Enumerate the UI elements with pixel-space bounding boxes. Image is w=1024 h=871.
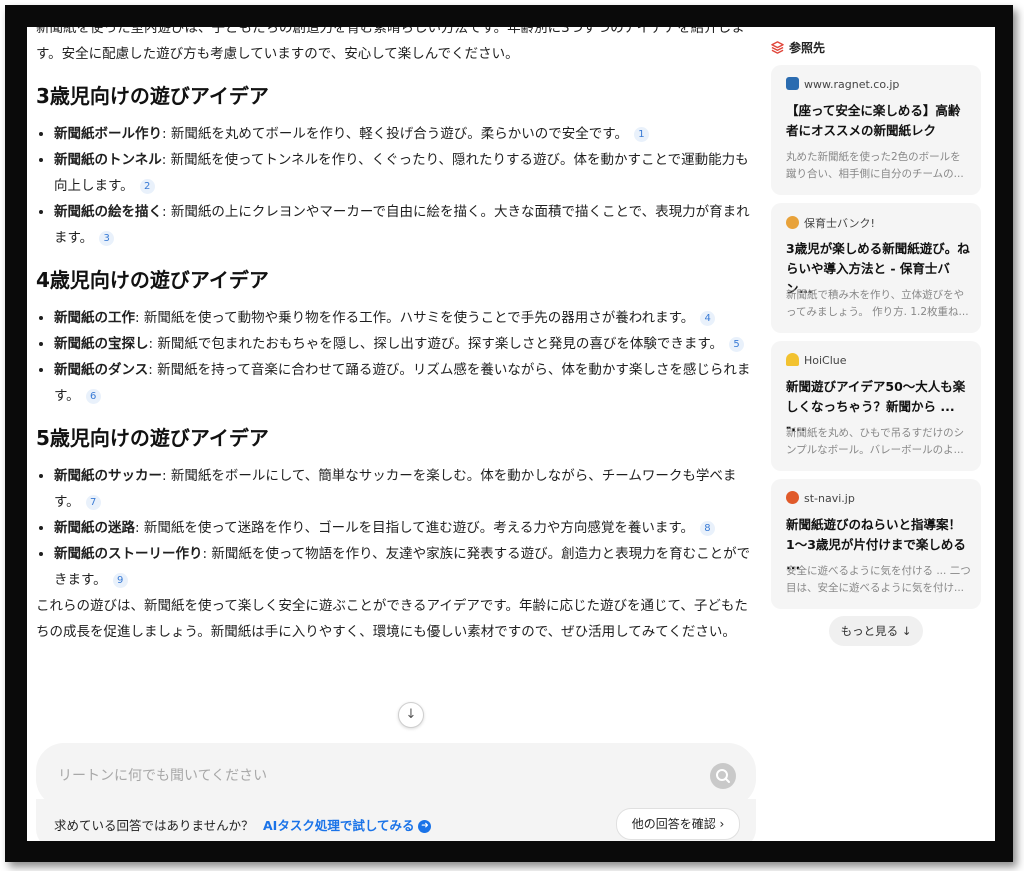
reference-card[interactable]: st-navi.jp 新聞紙遊びのねらいと指導案！1〜3歳児が片付けまで楽しめる… bbox=[771, 479, 981, 609]
answer-panel: 新聞紙を使った室内遊びは、子どもたちの創造力を育む素晴らしい方法です。年齢別に3… bbox=[27, 27, 767, 841]
reference-snippet: 安全に遊べるように気を付ける ... 二つ目は、安全に遊べるように気を付け... bbox=[786, 565, 971, 594]
item-title: 新聞紙の工作 bbox=[54, 310, 135, 326]
references-sidebar: 参照先 www.ragnet.co.jp 【座って安全に楽しめる】高齢者にオスス… bbox=[771, 27, 995, 841]
section-heading: 3歳児向けの遊びアイデア bbox=[36, 84, 269, 108]
site-favicon-icon bbox=[786, 491, 799, 504]
reference-source-label: 保育士バンク! bbox=[804, 217, 875, 230]
list-item: 新聞紙のサッカー: 新聞紙をボールにして、簡単なサッカーを楽しむ。体を動かしなが… bbox=[54, 463, 756, 515]
ai-task-link-label: AIタスク処理で試してみる bbox=[263, 818, 415, 833]
scroll-down-button[interactable]: ↓ bbox=[398, 702, 424, 728]
reference-source: st-navi.jp bbox=[786, 491, 855, 505]
item-text: : 新聞紙を持って音楽に合わせて踊る遊び。リズム感を養いながら、体を動かす楽しさ… bbox=[54, 362, 751, 404]
reference-source-label: st-navi.jp bbox=[804, 492, 855, 505]
reference-snippet: 新聞紙を丸め、ひもで吊るすだけのシンプルなボール。バレーボールのよ... bbox=[786, 427, 965, 456]
citation-badge[interactable]: 2 bbox=[139, 178, 155, 194]
site-favicon-icon bbox=[786, 353, 799, 366]
list-item: 新聞紙の宝探し: 新聞紙で包まれたおもちゃを隠し、探し出す遊び。探す楽しさと発見… bbox=[54, 331, 756, 357]
references-title: 参照先 bbox=[789, 41, 826, 55]
item-title: 新聞紙ボール作り bbox=[54, 126, 162, 142]
item-title: 新聞紙のストーリー作り bbox=[54, 546, 203, 562]
item-title: 新聞紙の宝探し bbox=[54, 336, 149, 352]
list-item: 新聞紙の迷路: 新聞紙を使って迷路を作り、ゴールを目指して進む遊び。考える力や方… bbox=[54, 515, 756, 541]
citation-badge[interactable]: 1 bbox=[633, 126, 649, 142]
app-screen: 新聞紙を使った室内遊びは、子どもたちの創造力を育む素晴らしい方法です。年齢別に3… bbox=[27, 27, 995, 841]
idea-list: 新聞紙のサッカー: 新聞紙をボールにして、簡単なサッカーを楽しむ。体を動かしなが… bbox=[36, 463, 756, 593]
conclusion-paragraph: これらの遊びは、新聞紙を使って楽しく安全に遊ぶことができるアイデアです。年齢に応… bbox=[36, 598, 748, 640]
citation-badge[interactable]: 8 bbox=[699, 520, 715, 536]
citation-badge[interactable]: 4 bbox=[700, 310, 716, 326]
item-title: 新聞紙の絵を描く bbox=[54, 204, 162, 220]
list-item: 新聞紙の工作: 新聞紙を使って動物や乗り物を作る工作。ハサミを使うことで手先の器… bbox=[54, 305, 756, 331]
intro-paragraph: 新聞紙を使った室内遊びは、子どもたちの創造力を育む素晴らしい方法です。年齢別に3… bbox=[36, 27, 745, 62]
list-item: 新聞紙のダンス: 新聞紙を持って音楽に合わせて踊る遊び。リズム感を養いながら、体… bbox=[54, 357, 756, 409]
reference-source-label: www.ragnet.co.jp bbox=[804, 78, 900, 91]
reference-card[interactable]: 保育士バンク! 3歳児が楽しめる新聞紙遊び。ねらいや導入方法と - 保育士バン.… bbox=[771, 203, 981, 333]
reference-card[interactable]: HoiClue 新聞遊びアイデア50〜大人も楽しくなっちゃう？新聞から ... … bbox=[771, 341, 981, 471]
citation-badge[interactable]: 6 bbox=[85, 388, 101, 404]
show-more-button[interactable]: もっと見る ↓ bbox=[829, 616, 923, 646]
feedback-question: 求めている回答ではありませんか？ bbox=[54, 818, 254, 833]
idea-list: 新聞紙の工作: 新聞紙を使って動物や乗り物を作る工作。ハサミを使うことで手先の器… bbox=[36, 305, 756, 409]
reference-source: 保育士バンク! bbox=[786, 215, 875, 231]
reference-source: HoiClue bbox=[786, 353, 847, 367]
list-item: 新聞紙の絵を描く: 新聞紙の上にクレヨンやマーカーで自由に絵を描く。大きな面積で… bbox=[54, 199, 756, 251]
list-item: 新聞紙のストーリー作り: 新聞紙を使って物語を作り、友達や家族に発表する遊び。創… bbox=[54, 541, 756, 593]
window-frame: 新聞紙を使った室内遊びは、子どもたちの創造力を育む素晴らしい方法です。年齢別に3… bbox=[5, 5, 1013, 862]
arrow-down-icon: ↓ bbox=[405, 707, 417, 722]
reference-source: www.ragnet.co.jp bbox=[786, 77, 899, 91]
chat-input[interactable] bbox=[56, 763, 660, 789]
section-heading: 4歳児向けの遊びアイデア bbox=[36, 268, 269, 292]
send-button[interactable] bbox=[710, 763, 736, 789]
reference-snippet: 丸めた新聞紙を使った2色のボールを蹴り合い、相手側に自分のチームの... bbox=[786, 151, 964, 180]
ai-task-link[interactable]: AIタスク処理で試してみる ➜ bbox=[263, 815, 432, 834]
layers-icon bbox=[771, 41, 784, 54]
item-text: : 新聞紙を使って動物や乗り物を作る工作。ハサミを使うことで手先の器用さが養われ… bbox=[135, 310, 695, 326]
item-title: 新聞紙の迷路 bbox=[54, 520, 135, 536]
other-answers-button[interactable]: 他の回答を確認 › bbox=[616, 808, 740, 840]
item-title: 新聞紙のトンネル bbox=[54, 152, 162, 168]
item-title: 新聞紙のサッカー bbox=[54, 468, 162, 484]
reference-card[interactable]: www.ragnet.co.jp 【座って安全に楽しめる】高齢者にオススメの新聞… bbox=[771, 65, 981, 195]
chat-input-box bbox=[36, 743, 756, 807]
item-text: : 新聞紙で包まれたおもちゃを隠し、探し出す遊び。探す楽しさと発見の喜びを体験で… bbox=[148, 336, 724, 352]
site-favicon-icon bbox=[786, 77, 799, 90]
section-heading: 5歳児向けの遊びアイデア bbox=[36, 426, 269, 450]
citation-badge[interactable]: 5 bbox=[729, 336, 744, 352]
references-header: 参照先 bbox=[771, 39, 825, 56]
item-text: : 新聞紙を使って迷路を作り、ゴールを目指して進む遊び。考える力や方向感覚を養い… bbox=[135, 520, 694, 536]
reference-source-label: HoiClue bbox=[804, 354, 847, 367]
arrow-right-icon: ➜ bbox=[418, 820, 432, 833]
reference-title: 【座って安全に楽しめる】高齢者にオススメの新聞紙レク bbox=[786, 103, 961, 138]
idea-list: 新聞紙ボール作り: 新聞紙を丸めてボールを作り、軽く投げ合う遊び。柔らかいので安… bbox=[36, 121, 756, 251]
citation-badge[interactable]: 9 bbox=[112, 572, 128, 588]
answer-content: 新聞紙を使った室内遊びは、子どもたちの創造力を育む素晴らしい方法です。年齢別に3… bbox=[36, 27, 756, 645]
citation-badge[interactable]: 7 bbox=[85, 494, 101, 510]
site-favicon-icon bbox=[786, 216, 799, 229]
item-text: : 新聞紙を丸めてボールを作り、軽く投げ合う遊び。柔らかいので安全です。 bbox=[162, 126, 628, 142]
reference-snippet: 新聞紙で積み木を作り、立体遊びをやってみましょう。 作り方. 1.2枚重ね... bbox=[786, 289, 969, 318]
list-item: 新聞紙のトンネル: 新聞紙を使ってトンネルを作り、くぐったり、隠れたりする遊び。… bbox=[54, 147, 756, 199]
search-icon bbox=[716, 769, 730, 783]
list-item: 新聞紙ボール作り: 新聞紙を丸めてボールを作り、軽く投げ合う遊び。柔らかいので安… bbox=[54, 121, 756, 147]
citation-badge[interactable]: 3 bbox=[99, 230, 115, 246]
item-title: 新聞紙のダンス bbox=[54, 362, 149, 378]
